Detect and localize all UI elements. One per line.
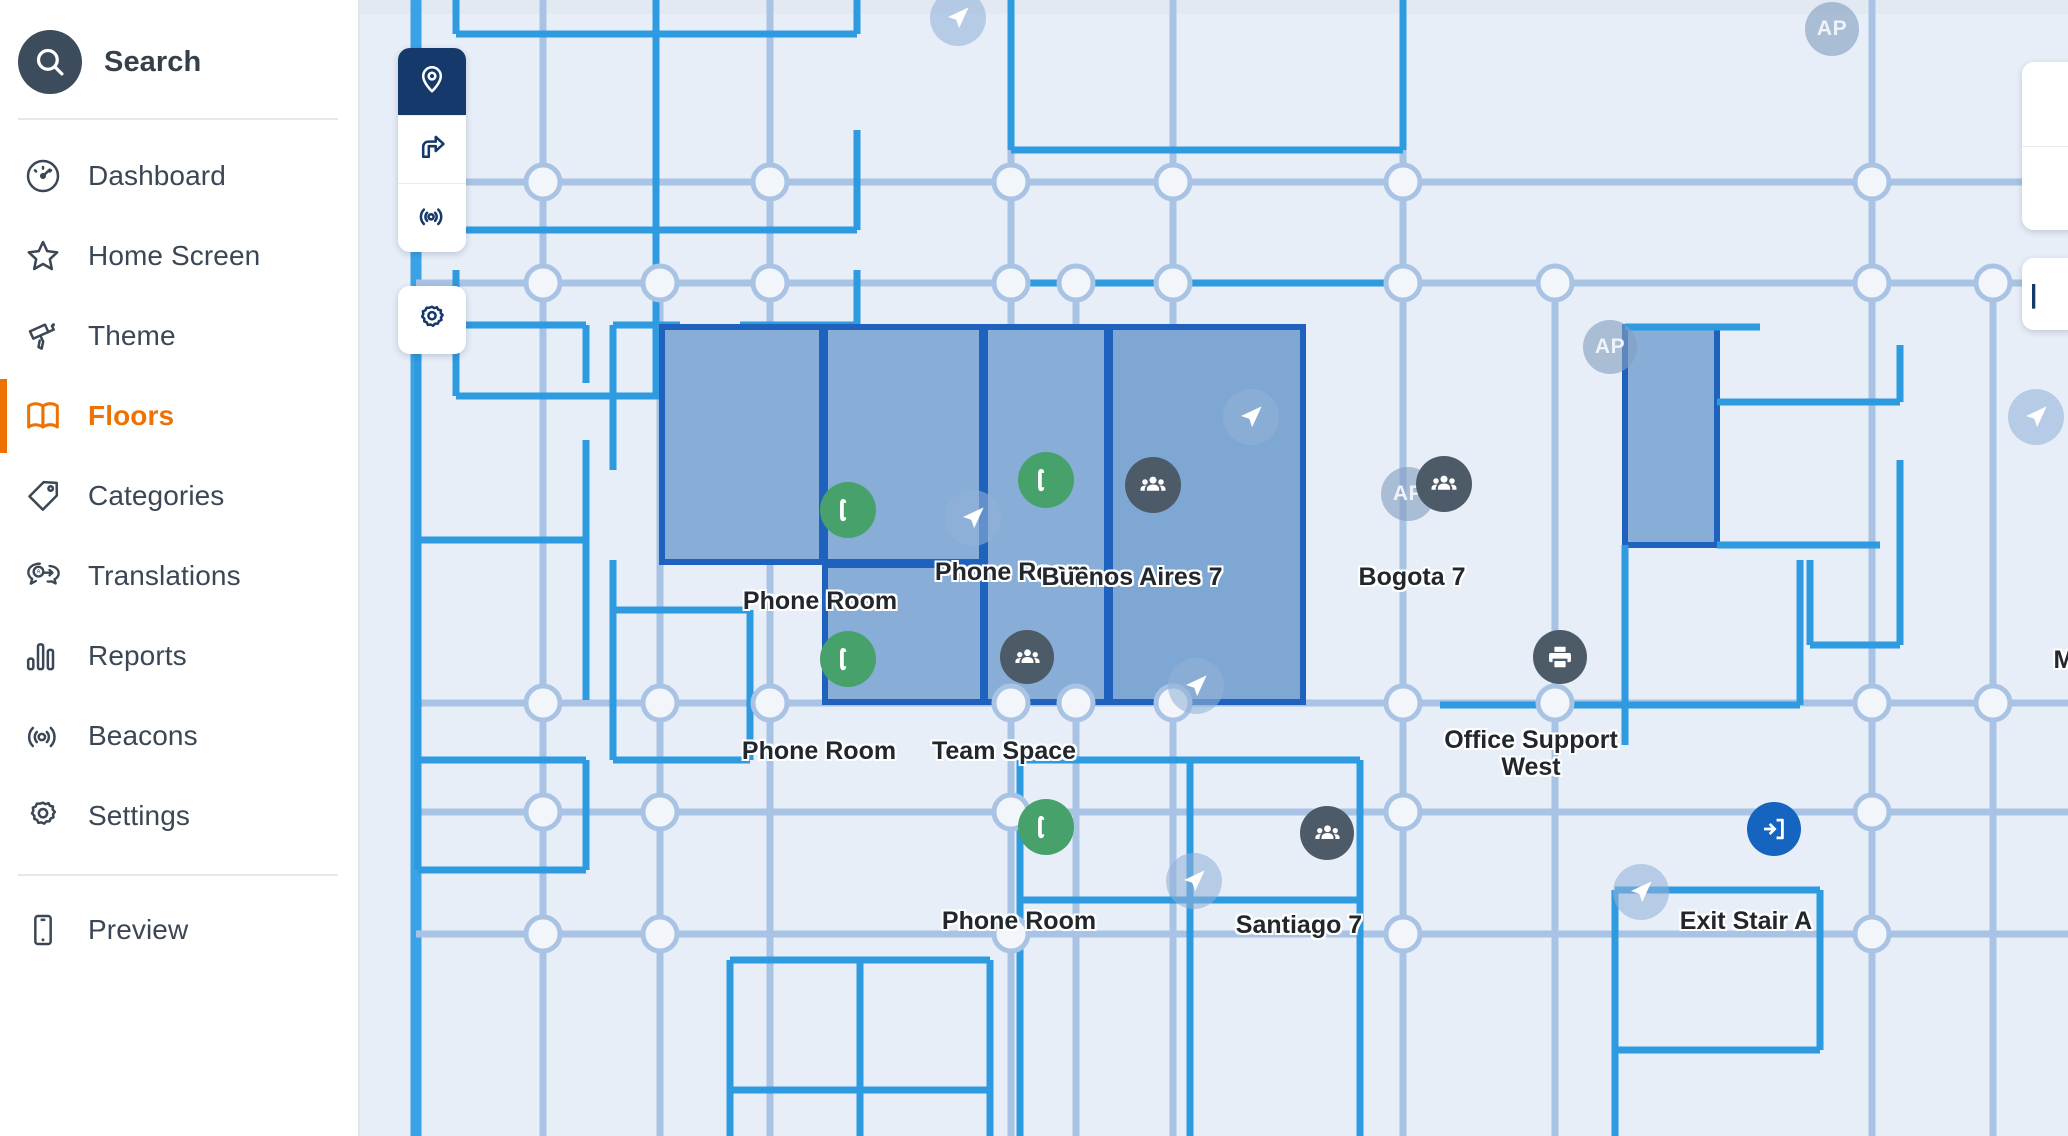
directions-tool-button[interactable] — [398, 116, 466, 184]
map-settings-button[interactable] — [398, 286, 466, 354]
gear-icon — [22, 795, 64, 837]
sidebar-item-label: Home Screen — [88, 240, 261, 271]
tag-icon — [22, 475, 64, 517]
sidebar-item-label: Translations — [88, 560, 241, 591]
phone-icon — [840, 648, 847, 671]
dashboard-gauge-icon — [22, 155, 64, 197]
sidebar-item-label: Settings — [88, 800, 190, 831]
sidebar-item-label: Reports — [88, 640, 187, 671]
navigation-arrow-marker[interactable] — [1223, 389, 1279, 445]
phone-icon — [840, 499, 847, 522]
team-space-poi[interactable] — [1300, 806, 1354, 860]
navigation-arrow-marker[interactable] — [1613, 864, 1669, 920]
sidebar-divider-top — [18, 118, 338, 120]
access-point-marker[interactable]: AP — [1583, 320, 1637, 374]
paint-roller-icon — [22, 315, 64, 357]
access-point-marker[interactable]: AP — [1805, 2, 1859, 56]
sidebar-item-dashboard[interactable]: Dashboard — [0, 136, 358, 216]
gear-icon — [416, 302, 448, 339]
sidebar-item-label: Dashboard — [88, 160, 226, 191]
map-control-glyph: | — [2030, 278, 2038, 309]
beacon-signal-icon — [416, 200, 448, 237]
app-root: Search Dashboard Home Screen Theme Floor… — [0, 0, 2068, 1136]
people-icon — [1140, 476, 1166, 491]
sidebar-item-reports[interactable]: Reports — [0, 616, 358, 696]
office-support-poi[interactable] — [1533, 630, 1587, 684]
phone-icon — [1038, 469, 1045, 492]
sidebar-item-label: Theme — [88, 320, 176, 351]
team-space-poi[interactable] — [1125, 457, 1181, 513]
navigation-arrow-marker[interactable] — [2008, 389, 2064, 445]
beacon-signal-icon — [22, 715, 64, 757]
search-icon — [18, 30, 82, 94]
phone-room-poi[interactable] — [1018, 799, 1074, 855]
sidebar-item-label: Beacons — [88, 720, 198, 751]
zoom-control-divider — [2022, 146, 2068, 147]
translate-chat-icon: A — [22, 555, 64, 597]
people-icon — [1431, 475, 1457, 490]
mobile-phone-icon — [22, 909, 64, 951]
phone-icon — [1038, 816, 1045, 839]
phone-room-poi[interactable] — [1018, 452, 1074, 508]
phone-room-poi[interactable] — [820, 482, 876, 538]
sidebar-item-home-screen[interactable]: Home Screen — [0, 216, 358, 296]
floorplan-svg: .wall { stroke:#2e9ae0; stroke-width:7; … — [360, 0, 2068, 1136]
sidebar-nav: Dashboard Home Screen Theme Floors Categ… — [0, 132, 358, 970]
search-label: Search — [104, 45, 202, 78]
phone-room-poi[interactable] — [820, 631, 876, 687]
sidebar-item-categories[interactable]: Categories — [0, 456, 358, 536]
map-settings-group — [398, 286, 466, 354]
search-button[interactable]: Search — [0, 26, 358, 98]
map-tool-group — [398, 48, 466, 252]
navigation-arrow-marker[interactable] — [1166, 853, 1222, 909]
sidebar-item-label: Preview — [88, 914, 189, 945]
people-icon — [1014, 648, 1040, 663]
map-extra-control-button[interactable]: | — [2022, 258, 2068, 330]
team-space-poi[interactable] — [1416, 456, 1472, 512]
navigation-arrow-marker[interactable] — [1168, 658, 1224, 714]
map-pin-icon — [416, 63, 448, 100]
team-space-poi[interactable] — [1000, 630, 1054, 684]
floor-map-canvas[interactable]: .wall { stroke:#2e9ae0; stroke-width:7; … — [360, 0, 2068, 1136]
svg-text:A: A — [37, 570, 41, 576]
printer-icon — [1549, 646, 1571, 668]
sidebar: Search Dashboard Home Screen Theme Floor… — [0, 0, 360, 1136]
sidebar-item-label: Categories — [88, 480, 225, 511]
map-book-icon — [22, 395, 64, 437]
turn-arrow-icon — [416, 131, 448, 168]
sidebar-item-beacons[interactable]: Beacons — [0, 696, 358, 776]
sidebar-item-translations[interactable]: A Translations — [0, 536, 358, 616]
sidebar-item-preview[interactable]: Preview — [0, 890, 358, 970]
sidebar-item-floors[interactable]: Floors — [0, 376, 358, 456]
beacon-tool-button[interactable] — [398, 184, 466, 252]
exit-stair-poi[interactable] — [1747, 802, 1801, 856]
sidebar-item-settings[interactable]: Settings — [0, 776, 358, 856]
navigation-arrow-marker[interactable] — [945, 490, 1001, 546]
map-zoom-control-panel[interactable] — [2022, 62, 2068, 230]
place-pin-tool-button[interactable] — [398, 48, 466, 116]
people-icon — [1314, 824, 1340, 839]
sidebar-divider-bottom — [18, 874, 338, 876]
sidebar-item-theme[interactable]: Theme — [0, 296, 358, 376]
star-icon — [22, 235, 64, 277]
bar-chart-icon — [22, 635, 64, 677]
sidebar-item-label: Floors — [88, 400, 175, 431]
exit-door-icon — [1763, 818, 1784, 840]
